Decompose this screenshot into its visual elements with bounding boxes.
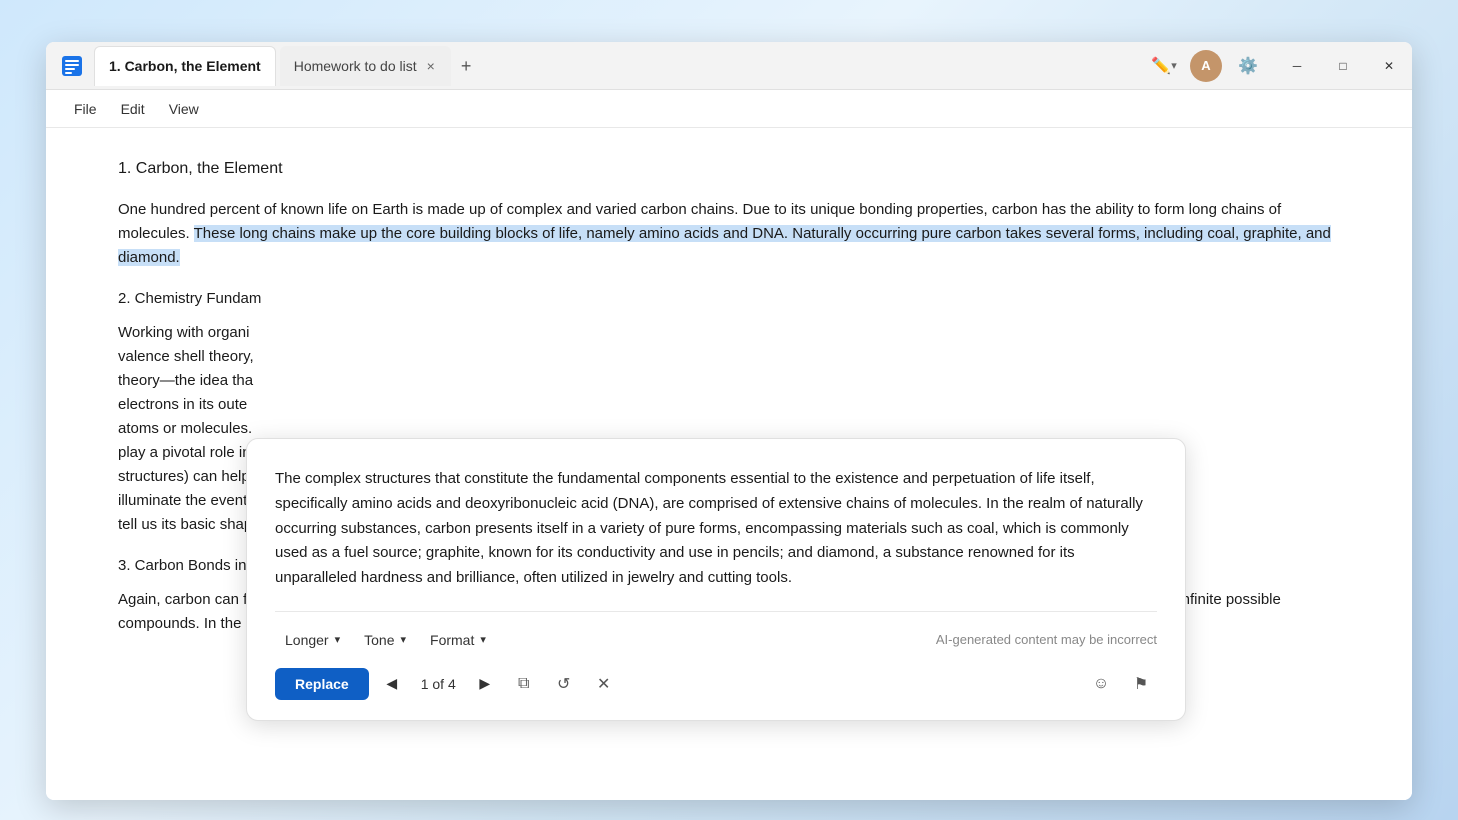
close-icon: ✕: [1384, 59, 1394, 73]
copy-icon: ⧉: [518, 675, 529, 693]
maximize-button[interactable]: □: [1320, 42, 1366, 90]
minimize-button[interactable]: ─: [1274, 42, 1320, 90]
paragraph-1-selected: These long chains make up the core build…: [118, 225, 1331, 266]
replace-button[interactable]: Replace: [275, 668, 369, 700]
menu-file[interactable]: File: [62, 95, 109, 123]
active-tab[interactable]: 1. Carbon, the Element: [94, 46, 276, 86]
maximize-icon: □: [1339, 59, 1346, 73]
page-counter: 1 of 4: [415, 676, 462, 692]
secondary-tab-close[interactable]: ×: [425, 59, 437, 73]
copy-button[interactable]: ⧉: [508, 668, 540, 700]
dismiss-icon: ✕: [597, 674, 610, 694]
feedback-flag-button[interactable]: ⚑: [1125, 668, 1157, 700]
secondary-tab-label: Homework to do list: [294, 58, 417, 74]
paragraph-1: One hundred percent of known life on Ear…: [118, 198, 1340, 270]
ai-popup-toolbar: Longer ▾ Tone ▾ Format ▾ AI-generated co…: [275, 611, 1157, 654]
heading-2: 2. Chemistry Fundam: [118, 290, 1340, 307]
longer-dropdown[interactable]: Longer ▾: [275, 626, 350, 654]
p2-line2: valence shell theory,: [118, 345, 1340, 369]
next-icon: ▶: [479, 675, 490, 692]
secondary-tab[interactable]: Homework to do list ×: [280, 46, 451, 86]
settings-icon: ⚙️: [1238, 56, 1258, 76]
ai-popup-footer: Replace ◀ 1 of 4 ▶ ⧉ ↺ ✕: [275, 668, 1157, 700]
avatar-initial: A: [1201, 58, 1210, 73]
tone-dropdown[interactable]: Tone ▾: [354, 626, 416, 654]
minimize-icon: ─: [1293, 59, 1302, 73]
p2-line1: Working with organi: [118, 321, 1340, 345]
menu-edit[interactable]: Edit: [109, 95, 157, 123]
app-window: 1. Carbon, the Element Homework to do li…: [46, 42, 1412, 800]
ai-popup-text: The complex structures that constitute t…: [275, 467, 1157, 591]
refresh-icon: ↺: [557, 674, 570, 694]
dismiss-button[interactable]: ✕: [588, 668, 620, 700]
p2-line4: electrons in its oute: [118, 393, 1340, 417]
close-button[interactable]: ✕: [1366, 42, 1412, 90]
menu-bar: File Edit View: [46, 90, 1412, 128]
format-dropdown[interactable]: Format ▾: [420, 626, 496, 654]
settings-button[interactable]: ⚙️: [1230, 48, 1266, 84]
feedback-like-button[interactable]: ☺: [1085, 668, 1117, 700]
ai-disclaimer: AI-generated content may be incorrect: [936, 632, 1157, 647]
ai-suggestion-popup: The complex structures that constitute t…: [246, 438, 1186, 721]
pen-chevron: ▾: [1171, 59, 1177, 72]
menu-view[interactable]: View: [157, 95, 211, 123]
tone-chevron-icon: ▾: [400, 633, 406, 646]
tone-label: Tone: [364, 632, 394, 648]
active-tab-label: 1. Carbon, the Element: [109, 58, 261, 74]
title-bar-controls: ✏️ ▾ A ⚙️: [1146, 48, 1274, 84]
p2-line3: theory—the idea tha: [118, 369, 1340, 393]
prev-icon: ◀: [386, 675, 397, 692]
longer-chevron-icon: ▾: [335, 633, 341, 646]
document-area[interactable]: 1. Carbon, the Element One hundred perce…: [46, 128, 1412, 800]
title-bar: 1. Carbon, the Element Homework to do li…: [46, 42, 1412, 90]
prev-suggestion-button[interactable]: ◀: [377, 669, 407, 699]
new-tab-button[interactable]: +: [455, 57, 478, 75]
feedback-like-icon: ☺: [1093, 675, 1109, 693]
longer-label: Longer: [285, 632, 329, 648]
next-suggestion-button[interactable]: ▶: [470, 669, 500, 699]
document-title: 1. Carbon, the Element: [118, 160, 1340, 178]
feedback-flag-icon: ⚑: [1134, 674, 1148, 694]
app-icon: [58, 52, 86, 80]
format-label: Format: [430, 632, 474, 648]
pen-icon: ✏️: [1151, 56, 1171, 76]
refresh-button[interactable]: ↺: [548, 668, 580, 700]
format-chevron-icon: ▾: [480, 633, 486, 646]
pen-dropdown-button[interactable]: ✏️ ▾: [1146, 48, 1182, 84]
user-avatar-button[interactable]: A: [1190, 50, 1222, 82]
